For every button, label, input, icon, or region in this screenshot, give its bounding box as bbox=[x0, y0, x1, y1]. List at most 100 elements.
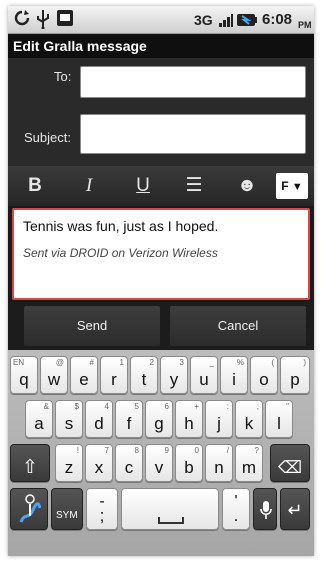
key-e-label: e bbox=[79, 370, 89, 389]
key-e[interactable]: # e bbox=[70, 356, 98, 394]
key-s-label: s bbox=[64, 414, 74, 433]
touch-icon bbox=[19, 494, 42, 529]
space-icon bbox=[158, 511, 184, 529]
backspace-key[interactable]: ⌫ bbox=[270, 444, 310, 482]
input-method-key[interactable] bbox=[10, 488, 48, 530]
key-g[interactable]: 6g bbox=[145, 400, 173, 438]
key-u-label: u bbox=[199, 370, 209, 389]
space-key[interactable] bbox=[121, 488, 219, 530]
key-l-label: l bbox=[277, 414, 281, 433]
key-j-alt: : bbox=[226, 402, 229, 411]
list-button[interactable]: ☰ bbox=[182, 172, 206, 200]
key-t-label: t bbox=[141, 370, 147, 389]
microphone-icon bbox=[259, 500, 273, 525]
battery-icon bbox=[236, 11, 258, 33]
key-p-alt: ) bbox=[303, 358, 306, 367]
key-z-alt: ! bbox=[76, 446, 79, 455]
key-k[interactable]: ; k bbox=[235, 400, 263, 438]
to-row: To: bbox=[8, 58, 314, 110]
key-q-alt: EN bbox=[13, 358, 25, 367]
key-o[interactable]: (o bbox=[250, 356, 278, 394]
subject-row: Subject: bbox=[8, 110, 314, 166]
key-j[interactable]: :j bbox=[205, 400, 233, 438]
key-d-label: d bbox=[94, 414, 104, 433]
key-j-label: j bbox=[217, 414, 221, 433]
send-button[interactable]: Send bbox=[24, 306, 160, 346]
key-t-alt: 2 bbox=[149, 358, 154, 367]
key-a-alt: & bbox=[43, 402, 49, 411]
key-y-alt: 3 bbox=[179, 358, 184, 367]
key-z[interactable]: ! z bbox=[55, 444, 83, 482]
key-i-alt: % bbox=[236, 358, 244, 367]
key-x[interactable]: 7x bbox=[85, 444, 113, 482]
key-n[interactable]: / n bbox=[205, 444, 233, 482]
key-a-label: a bbox=[34, 414, 44, 433]
key-s-alt: $ bbox=[74, 402, 79, 411]
underline-button[interactable]: U bbox=[132, 172, 154, 200]
key-f-alt: 5 bbox=[134, 402, 139, 411]
key-m[interactable]: ? m bbox=[235, 444, 263, 482]
key-r-alt: 1 bbox=[119, 358, 124, 367]
key-r[interactable]: 1r bbox=[100, 356, 128, 394]
key-b-label: b bbox=[184, 458, 194, 477]
signal-icon bbox=[218, 11, 234, 33]
key-f-label: f bbox=[126, 414, 132, 433]
key-d-alt: 4 bbox=[104, 402, 109, 411]
key-u[interactable]: _ u bbox=[190, 356, 218, 394]
dash-semicolon-key[interactable]: - ; bbox=[86, 488, 118, 530]
key-q[interactable]: EN q bbox=[10, 356, 38, 394]
to-label: To: bbox=[54, 69, 72, 84]
emoji-button[interactable]: ☻ bbox=[236, 172, 258, 200]
key-c-label: c bbox=[124, 458, 134, 477]
key-v[interactable]: 9v bbox=[145, 444, 173, 482]
key-r-label: r bbox=[111, 370, 117, 389]
period-label: . bbox=[233, 506, 239, 525]
status-bar: 3G 6:08 PM bbox=[8, 6, 314, 34]
key-b[interactable]: 0b bbox=[175, 444, 203, 482]
shift-key[interactable]: ⇧ bbox=[10, 444, 50, 482]
message-body-text: Tennis was fun, just as I hoped. bbox=[23, 218, 219, 234]
key-d[interactable]: 4d bbox=[85, 400, 113, 438]
key-f[interactable]: 5f bbox=[115, 400, 143, 438]
chevron-down-icon: ▼ bbox=[291, 181, 303, 193]
enter-icon: ↵ bbox=[287, 500, 303, 520]
key-h[interactable]: + h bbox=[175, 400, 203, 438]
key-o-label: o bbox=[259, 370, 269, 389]
key-t[interactable]: 2t bbox=[130, 356, 158, 394]
cancel-button[interactable]: Cancel bbox=[170, 306, 306, 346]
key-g-label: g bbox=[154, 414, 164, 433]
semicolon-label: ; bbox=[99, 506, 105, 525]
message-body-field[interactable]: Tennis was fun, just as I hoped. Sent vi… bbox=[12, 208, 310, 300]
key-v-label: v bbox=[154, 458, 164, 477]
key-p[interactable]: ) p bbox=[280, 356, 310, 394]
key-g-alt: 6 bbox=[164, 402, 169, 411]
key-y[interactable]: 3y bbox=[160, 356, 188, 394]
key-l[interactable]: " l bbox=[265, 400, 293, 438]
key-i[interactable]: % i bbox=[220, 356, 248, 394]
key-a[interactable]: & a bbox=[25, 400, 53, 438]
usb-icon bbox=[35, 9, 51, 34]
enter-key[interactable]: ↵ bbox=[280, 488, 310, 530]
bold-button[interactable]: B bbox=[24, 172, 46, 200]
mic-key[interactable] bbox=[253, 488, 277, 530]
key-x-alt: 7 bbox=[104, 446, 109, 455]
key-w[interactable]: @ w bbox=[40, 356, 68, 394]
key-m-label: m bbox=[241, 458, 257, 477]
key-c-alt: 8 bbox=[134, 446, 139, 455]
key-s[interactable]: $ s bbox=[55, 400, 83, 438]
key-y-label: y bbox=[169, 370, 179, 389]
italic-button[interactable]: I bbox=[78, 172, 100, 200]
sym-key[interactable]: SYM bbox=[51, 488, 83, 530]
sym-key-label: SYM bbox=[56, 510, 78, 521]
key-v-alt: 9 bbox=[164, 446, 169, 455]
key-k-alt: ; bbox=[256, 402, 259, 411]
to-field[interactable] bbox=[80, 66, 306, 98]
sync-icon bbox=[13, 9, 31, 32]
apostrophe-period-key[interactable]: ' . bbox=[222, 488, 250, 530]
network-type: 3G bbox=[194, 12, 213, 28]
key-c[interactable]: 8c bbox=[115, 444, 143, 482]
phone-screen: 3G 6:08 PM Edit Gralla message To: Subje… bbox=[8, 6, 314, 556]
subject-field[interactable] bbox=[80, 114, 306, 154]
font-button[interactable]: F ▼ bbox=[276, 173, 308, 199]
soft-keyboard: EN q @ w # e 1r 2t 3y _ u % i (o ) p & a $ s 4d … bbox=[8, 350, 314, 556]
